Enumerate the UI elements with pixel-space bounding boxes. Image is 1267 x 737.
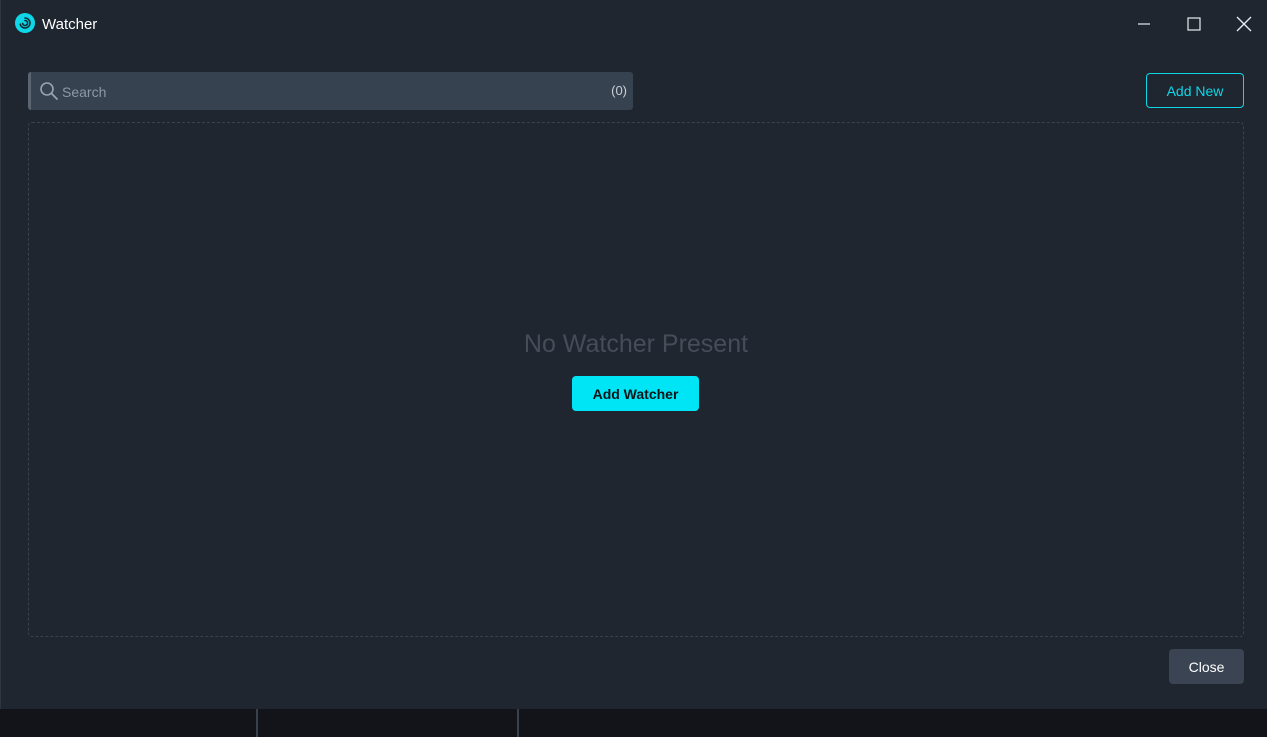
title-bar[interactable]: Watcher [1,0,1267,48]
watcher-list-area: No Watcher Present Add Watcher [28,122,1244,637]
add-new-button[interactable]: Add New [1146,73,1244,108]
taskbar [0,709,1267,737]
search-bar[interactable]: (0) [28,72,633,110]
watcher-window: Watcher (0) Add New No Watcher Presen [0,0,1267,709]
maximize-button[interactable] [1179,10,1209,38]
close-window-button[interactable] [1229,10,1259,38]
taskbar-divider [517,709,519,737]
add-watcher-button[interactable]: Add Watcher [572,376,699,411]
search-input[interactable] [62,81,542,103]
search-result-count: (0) [611,83,627,98]
empty-state-message: No Watcher Present [523,330,749,358]
close-button[interactable]: Close [1169,649,1244,684]
minimize-button[interactable] [1129,10,1159,38]
maximize-icon [1187,17,1201,31]
close-icon [1236,16,1252,32]
search-icon [40,82,58,100]
window-title: Watcher [42,16,98,33]
taskbar-divider [256,709,258,737]
minimize-icon [1138,23,1150,25]
watcher-swirl-icon [15,13,35,33]
